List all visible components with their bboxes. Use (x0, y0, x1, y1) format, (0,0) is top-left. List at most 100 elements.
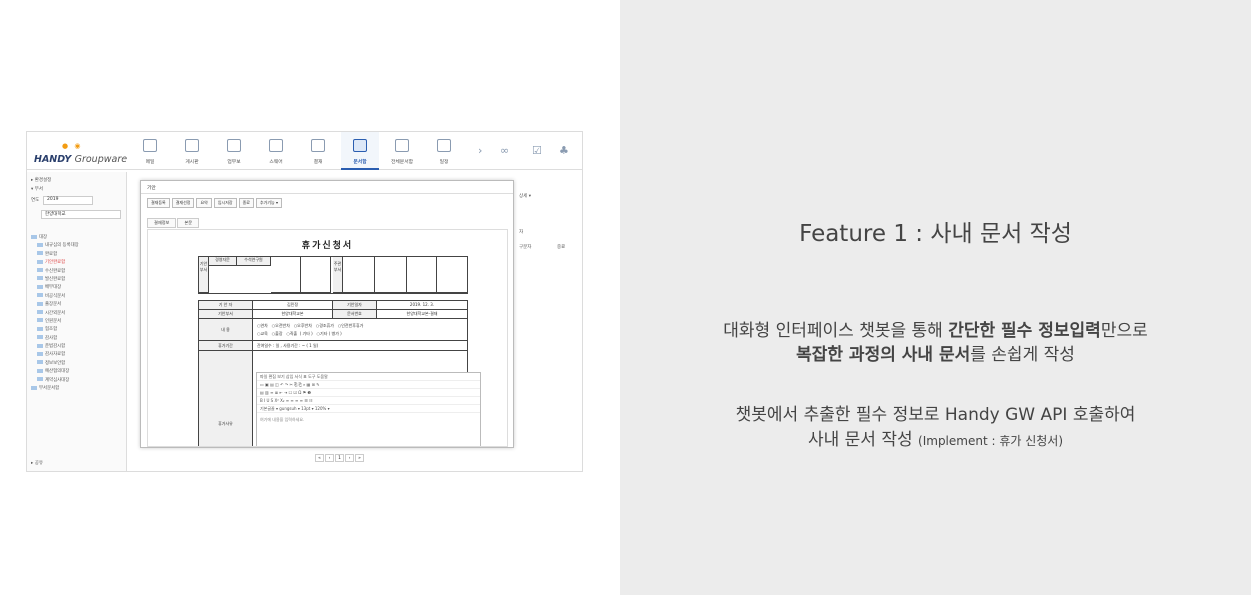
tree-item[interactable]: 준법감시함 (31, 343, 79, 351)
tree-item[interactable]: 협조함 (31, 326, 79, 334)
period-label: 휴가기간 (199, 341, 253, 351)
editor-toolbar-1[interactable]: ▭ ▣ ▤ ◫ ↶ ↷ ✂ ⎘ ⎗ ⌕ ▦ ⊞ ✎ (257, 381, 480, 389)
tree-item[interactable]: 인원문서 (31, 318, 79, 326)
toolbar-button[interactable]: 결재등록 (147, 198, 170, 208)
year-select[interactable]: 2019 (43, 196, 93, 205)
feature-desc-line2: 복잡한 과정의 사내 문서를 손쉽게 작성 (796, 345, 1075, 365)
tree-item[interactable]: 출장문서 (31, 301, 79, 309)
logo-main: HANDY (34, 154, 72, 165)
rich-text-editor[interactable]: 파일 편집 보기 삽입 서식 표 도구 도움말 ▭ ▣ ▤ ◫ ↶ ↷ ✂ ⎘ … (256, 372, 481, 446)
content-label: 내 용 (199, 319, 253, 341)
tree-item[interactable]: 감사함 (31, 335, 79, 343)
modal-toolbar: 결재등록 결재선정 요약 임시저장 종료 추가기능 ▾ (147, 198, 284, 208)
nav-mail[interactable]: 메일 (131, 132, 169, 170)
leave-type-options-2[interactable]: ○교육 ○출장 ○직출 ( 기타 ) ○기타 ( 병가 ) (257, 330, 463, 338)
folder-icon (37, 335, 43, 340)
nav-all-documents[interactable]: 전체문서함 (383, 132, 421, 170)
folder-icon (37, 284, 43, 289)
tree-item[interactable]: 예산협의대장 (31, 368, 79, 376)
tree-item[interactable]: 완료함 (31, 251, 79, 259)
notification-icon[interactable]: ♣ (559, 144, 569, 157)
folder-icon (37, 259, 43, 264)
editor-toolbar-2[interactable]: ▤ ▥ ≡ ≣ ⇤ ⇥ ☐ ☑ Ω ⚑ ❶ (257, 389, 480, 397)
handy-logo[interactable]: ● ◉ HANDY Groupware (34, 142, 128, 166)
link-icon[interactable]: ∞ (500, 144, 509, 157)
editor-font-row[interactable]: 기본글꼴 ▾ gungsuh ▾ 13pt ▾ 120% ▾ (257, 405, 480, 413)
first-page-button[interactable]: « (315, 454, 324, 462)
tree-item[interactable]: 감사자료함 (31, 351, 79, 359)
next-page-button[interactable]: › (345, 454, 354, 462)
board-icon (185, 139, 199, 152)
folder-icon (37, 343, 43, 348)
nav-label: 메일 (145, 160, 155, 165)
nav-calendar[interactable]: 일정 (425, 132, 463, 170)
tree-item[interactable]: 내규심의 등록대장 (31, 242, 79, 250)
tree-item[interactable]: 비공식문서 (31, 293, 79, 301)
last-page-button[interactable]: » (355, 454, 364, 462)
folder-icon (31, 385, 37, 390)
drafter-label: 기 안 자 (199, 301, 253, 310)
tree-item[interactable]: 발신완료함 (31, 276, 79, 284)
folder-icon (37, 276, 43, 281)
tree-item[interactable]: 배부대장 (31, 284, 79, 292)
toolbar-button[interactable]: 요약 (196, 198, 212, 208)
dept-label: 기안부서 (199, 310, 253, 319)
nav-label: 일정 (439, 160, 449, 165)
nav-label: 결재 (313, 160, 323, 165)
sidebar-dept[interactable]: ▾ 부서 (31, 186, 43, 192)
dept-select[interactable]: 한양대학교 (41, 210, 121, 219)
docno-value: 한양대학교본-결재 (377, 310, 467, 319)
tree-item[interactable]: 정보보안함 (31, 360, 79, 368)
check-box-icon[interactable]: ☑ (532, 144, 542, 157)
modal-title: 기안 (141, 181, 513, 194)
logo-dots-icon: ● ◉ (62, 142, 83, 150)
folder-icon (31, 234, 37, 239)
modal-tabs: 결재정보 본문 (147, 218, 200, 228)
editor-menu[interactable]: 파일 편집 보기 삽입 서식 표 도구 도움말 (257, 373, 480, 381)
tree-item[interactable]: 계약심사대장 (31, 377, 79, 385)
work-icon (227, 139, 241, 152)
toolbar-button[interactable]: 종료 (238, 198, 254, 208)
list-right-columns: 상세 ▾ 자 구분자 중료 (517, 172, 582, 471)
cell-value: 구분자 (519, 245, 532, 250)
tree-item-dept-docs[interactable]: 부서문서함 (31, 385, 79, 393)
detail-dropdown[interactable]: 상세 ▾ (519, 193, 531, 199)
nav-share[interactable]: 스웨어 (257, 132, 295, 170)
toolbar-button[interactable]: 결재선정 (171, 198, 195, 208)
nav-label: 문서함 (353, 160, 367, 165)
prev-page-button[interactable]: ‹ (325, 454, 334, 462)
tree-item[interactable]: 수신완료함 (31, 268, 79, 276)
tree-item[interactable]: 시간외문서 (31, 310, 79, 318)
col-header: 자 (519, 230, 524, 235)
modal-tab[interactable]: 본문 (177, 218, 200, 228)
page-1-button[interactable]: 1 (335, 454, 344, 462)
drafter-value: 김민정 (253, 301, 333, 310)
coop-label: 주관부서 (333, 257, 343, 293)
nav-board[interactable]: 게시판 (173, 132, 211, 170)
nav-approval[interactable]: 결재 (299, 132, 337, 170)
docno-label: 문서번호 (333, 310, 377, 319)
toolbar-button[interactable]: 임시저장 (213, 198, 237, 208)
reason-label: 휴가사유 (199, 351, 253, 446)
leave-type-options-1[interactable]: ○연차 ○오전반차 ○오후반차 ○경조휴가 ○인전반후휴가 (257, 322, 463, 330)
sidebar-settings[interactable]: ▸ 환경설정 (31, 177, 51, 183)
document-body: 휴가신청서 기안부서 경영자문 수석연구원 주관부서 기 안 자 김민정 기안일… (147, 229, 508, 447)
chevron-right-icon[interactable]: › (478, 144, 482, 157)
calendar-icon (437, 139, 451, 152)
logo-sub: Groupware (74, 154, 128, 165)
nav-document-box[interactable]: 문서함 (341, 132, 379, 170)
nav-work[interactable]: 업무보 (215, 132, 253, 170)
tree-item[interactable]: 기안완료함 (31, 259, 79, 267)
share-icon (269, 139, 283, 152)
editor-toolbar-3[interactable]: B I U S X² X₂ ≡ ≡ ≡ ≡ ☰ ☷ (257, 397, 480, 405)
sidebar-share[interactable]: ▸ 공유 (31, 460, 43, 466)
tree-root[interactable]: 대장 (31, 234, 79, 242)
toolbar-button[interactable]: 추가기능 ▾ (255, 198, 282, 208)
feature-panel: Feature 1 : 사내 문서 작성 대화형 인터페이스 챗봇을 통해 간단… (620, 0, 1251, 595)
editor-placeholder[interactable]: 여기에 내용을 입력하세요. (257, 413, 480, 422)
modal-tab[interactable]: 결재정보 (147, 218, 177, 228)
period-value[interactable]: 잔여일수 : 일 , 사용기간 : ~ ( 1 일) (253, 341, 467, 351)
nav-label: 업무보 (227, 160, 241, 165)
nav-label: 전체문서함 (390, 160, 414, 165)
document-title: 휴가신청서 (301, 241, 354, 251)
